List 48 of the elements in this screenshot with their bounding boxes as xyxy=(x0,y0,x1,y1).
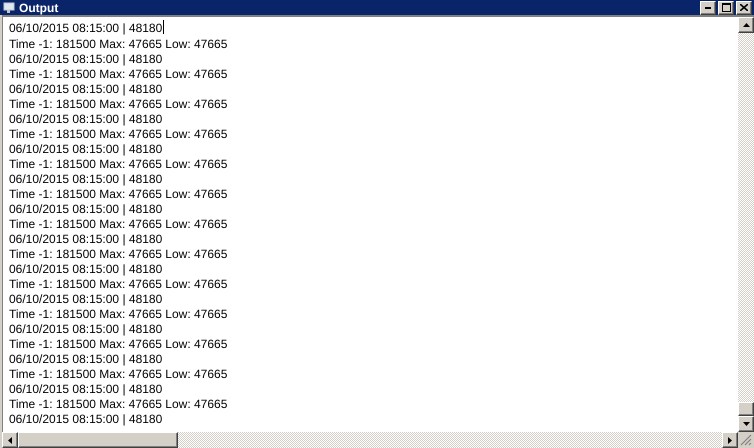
left-arrow-icon xyxy=(8,436,12,444)
resize-grip-icon[interactable] xyxy=(738,432,752,446)
scroll-right-button[interactable] xyxy=(722,432,738,448)
close-icon xyxy=(740,4,748,11)
down-arrow-icon xyxy=(742,422,750,426)
scroll-up-button[interactable] xyxy=(738,17,754,33)
output-line: 06/10/2015 08:15:00 | 48180 xyxy=(9,172,162,187)
output-line: 06/10/2015 08:15:00 | 48180 xyxy=(9,262,162,277)
output-line: Time -1: 181500 Max: 47665 Low: 47665 xyxy=(9,367,228,382)
scroll-down-button[interactable] xyxy=(738,416,754,432)
output-text-area[interactable] xyxy=(2,17,738,432)
output-line: Time -1: 181500 Max: 47665 Low: 47665 xyxy=(9,337,228,352)
output-line: Time -1: 181500 Max: 47665 Low: 47665 xyxy=(9,67,228,82)
output-line: Time -1: 181500 Max: 47665 Low: 47665 xyxy=(9,187,228,202)
output-line: Time -1: 181500 Max: 47665 Low: 47665 xyxy=(9,397,228,412)
output-line: Time -1: 181500 Max: 47665 Low: 47665 xyxy=(9,157,228,172)
window-icon xyxy=(3,2,15,14)
vertical-scroll-thumb[interactable] xyxy=(738,402,754,416)
output-line: 06/10/2015 08:15:00 | 48180 xyxy=(9,322,162,337)
horizontal-scroll-thumb[interactable] xyxy=(18,432,178,448)
maximize-icon xyxy=(722,3,730,12)
output-line: 06/10/2015 08:15:00 | 48180 xyxy=(9,21,162,36)
output-line: 06/10/2015 08:15:00 | 48180 xyxy=(9,52,162,67)
output-line: Time -1: 181500 Max: 47665 Low: 47665 xyxy=(9,37,228,52)
minimize-button[interactable] xyxy=(700,0,716,14)
output-line: 06/10/2015 08:15:00 | 48180 xyxy=(9,412,162,427)
output-line: 06/10/2015 08:15:00 | 48180 xyxy=(9,352,162,367)
output-line: 06/10/2015 08:15:00 | 48180 xyxy=(9,202,162,217)
output-line: 06/10/2015 08:15:00 | 48180 xyxy=(9,292,162,307)
output-line: Time -1: 181500 Max: 47665 Low: 47665 xyxy=(9,277,228,292)
scroll-left-button[interactable] xyxy=(2,432,18,448)
output-line: Time -1: 181500 Max: 47665 Low: 47665 xyxy=(9,127,228,142)
output-line: 06/10/2015 08:15:00 | 48180 xyxy=(9,142,162,157)
maximize-button[interactable] xyxy=(718,0,734,14)
output-line: Time -1: 181500 Max: 47665 Low: 47665 xyxy=(9,217,228,232)
minimize-icon xyxy=(705,6,711,8)
output-line: 06/10/2015 08:15:00 | 48180 xyxy=(9,112,162,127)
right-arrow-icon xyxy=(728,436,732,444)
output-line: 06/10/2015 08:15:00 | 48180 xyxy=(9,82,162,97)
output-line: Time -1: 181500 Max: 47665 Low: 47665 xyxy=(9,307,228,322)
output-line: Time -1: 181500 Max: 47665 Low: 47665 xyxy=(9,247,228,262)
output-line: 06/10/2015 08:15:00 | 48180 xyxy=(9,232,162,247)
output-line: 06/10/2015 08:15:00 | 48180 xyxy=(9,382,162,397)
close-button[interactable] xyxy=(736,0,752,14)
up-arrow-icon xyxy=(742,23,750,27)
output-line: Time -1: 181500 Max: 47665 Low: 47665 xyxy=(9,97,228,112)
text-cursor xyxy=(163,20,164,34)
window-title: Output xyxy=(19,0,60,14)
